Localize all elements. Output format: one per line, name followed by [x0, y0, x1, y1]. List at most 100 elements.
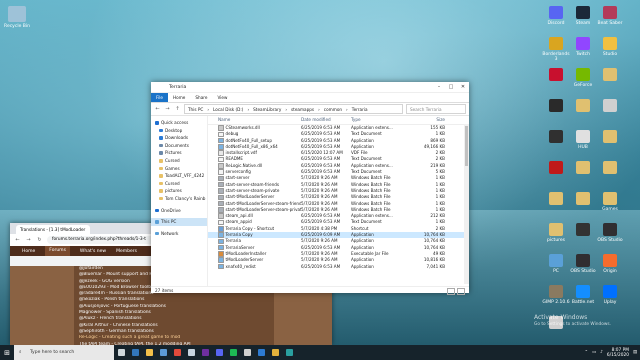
nav-item[interactable]: Desktop — [151, 127, 207, 135]
taskbar-search[interactable]: ⌕ Type here to search — [14, 345, 114, 360]
nav-item[interactable]: Network — [151, 230, 207, 238]
details-view-icon[interactable] — [447, 288, 455, 295]
tab-home[interactable]: Home — [168, 93, 190, 102]
address-bar[interactable]: This PC › Local Disk (D:) › SteamLibrary › ste… — [184, 104, 403, 114]
column-size[interactable]: Size — [411, 116, 445, 124]
maximize-icon[interactable]: □ — [445, 84, 457, 90]
desktop-icon[interactable]: Uplay — [596, 285, 624, 305]
desktop-icon[interactable]: Steam — [569, 6, 597, 26]
forward-icon[interactable]: → — [164, 106, 171, 112]
nav-item[interactable]: OneDrive — [151, 207, 207, 215]
column-name[interactable]: Name — [208, 116, 301, 124]
desktop-icon[interactable] — [542, 68, 570, 83]
desktop-icon[interactable] — [596, 68, 624, 83]
clock[interactable]: 8:07 PM 6/15/2020 — [607, 348, 629, 358]
desktop-icon[interactable]: Recycle Bin — [0, 6, 40, 29]
desktop-icon[interactable] — [569, 161, 597, 176]
desktop-icon[interactable]: Battle.net — [569, 285, 597, 305]
forum-nav-home[interactable]: Home — [22, 249, 35, 254]
tab-file[interactable]: File — [151, 93, 169, 102]
search-input[interactable]: Search Terraria — [406, 104, 466, 114]
breadcrumb-segment[interactable]: steamapps — [291, 107, 314, 112]
breadcrumb-segment[interactable]: common — [324, 107, 342, 112]
close-icon[interactable]: ✕ — [457, 84, 469, 90]
desktop-icon[interactable]: Twitch — [569, 37, 597, 57]
desktop-icon[interactable]: GeForce — [569, 68, 597, 88]
desktop-icon[interactable]: Borderlands 3 — [542, 37, 570, 62]
notifications-icon[interactable]: ▤ — [633, 350, 637, 355]
taskbar-task-view-button[interactable] — [114, 345, 128, 360]
table-row[interactable]: xnafx40_redist 6/25/2019 6:53 AM Applicati… — [208, 264, 469, 270]
desktop-icon[interactable]: PC — [542, 254, 570, 274]
taskbar-spotify-button[interactable] — [226, 345, 240, 360]
breadcrumb-segment[interactable]: Terraria — [352, 107, 368, 112]
taskbar-edge-button[interactable] — [128, 345, 142, 360]
tab-view[interactable]: View — [212, 93, 232, 102]
desktop-icon[interactable]: GIMP 2.10.6 — [542, 285, 570, 305]
taskbar-store-button[interactable] — [156, 345, 170, 360]
taskbar-chrome-button[interactable] — [170, 345, 184, 360]
forum-nav-whats-new[interactable]: What's new — [80, 249, 106, 254]
column-date[interactable]: Date modified — [301, 116, 351, 124]
forum-nav-forums[interactable]: Forums — [45, 246, 70, 256]
nav-item[interactable]: Downloads — [151, 134, 207, 142]
browser-tab[interactable]: Translations - [1.3] tModLoader — [16, 225, 90, 234]
up-icon[interactable]: ↑ — [174, 106, 181, 112]
windows-start-icon[interactable]: ⊞ — [0, 349, 14, 357]
nav-item[interactable]: pictures — [151, 187, 207, 195]
desktop-icon[interactable]: OBS Studio — [569, 254, 597, 274]
forum-nav-members[interactable]: Members — [116, 249, 137, 254]
desktop-icon[interactable] — [569, 99, 597, 114]
nav-item[interactable]: Cursed — [151, 157, 207, 165]
nav-item[interactable]: This PC — [151, 218, 207, 226]
nav-item[interactable]: Quick access — [151, 119, 207, 127]
taskbar-obs-button[interactable] — [240, 345, 254, 360]
desktop-icon[interactable] — [569, 192, 597, 207]
nav-item[interactable]: Documents — [151, 142, 207, 150]
taskbar-file-explorer-button[interactable] — [142, 345, 156, 360]
desktop-icon[interactable]: Beat Saber — [596, 6, 624, 26]
desktop-icon[interactable]: HUB — [569, 130, 597, 150]
nav-item[interactable]: ToadALT_VFF_4242 — [151, 172, 207, 180]
taskbar-app-11-button[interactable] — [254, 345, 268, 360]
scrollbar-thumb[interactable] — [465, 126, 468, 166]
taskbar-steam-button[interactable] — [184, 345, 198, 360]
breadcrumb-segment[interactable]: SteamLibrary — [253, 107, 281, 112]
desktop-icon[interactable]: Origin — [596, 254, 624, 274]
minimize-icon[interactable]: – — [433, 84, 445, 90]
taskbar-discord-button[interactable] — [212, 345, 226, 360]
desktop-icon[interactable]: pictures — [542, 223, 570, 243]
reload-icon[interactable]: ↻ — [36, 237, 43, 243]
desktop-icon[interactable] — [542, 161, 570, 176]
taskbar-app-7-button[interactable] — [198, 345, 212, 360]
breadcrumb-segment[interactable]: Local Disk (D:) — [213, 107, 243, 112]
taskbar-app-12-button[interactable] — [268, 345, 282, 360]
desktop-icon[interactable]: Studio — [596, 37, 624, 57]
tab-share[interactable]: Share — [190, 93, 212, 102]
volume-icon[interactable]: ♪ — [600, 350, 603, 355]
vertical-scrollbar[interactable] — [464, 124, 469, 284]
back-icon[interactable]: ← — [14, 237, 21, 243]
nav-item[interactable]: Pictures — [151, 149, 207, 157]
breadcrumb-segment[interactable]: This PC — [188, 107, 203, 112]
desktop-icon[interactable]: Discord — [542, 6, 570, 26]
nav-item[interactable]: Tom Clancy's Rainb — [151, 195, 207, 203]
chevron-up-icon[interactable]: ⌃ — [584, 350, 588, 355]
forward-icon[interactable]: → — [25, 237, 32, 243]
nav-item[interactable]: Cursed — [151, 180, 207, 188]
desktop-icon[interactable] — [596, 161, 624, 176]
nav-item[interactable]: Games — [151, 165, 207, 173]
desktop-icon[interactable] — [596, 99, 624, 114]
desktop-icon[interactable] — [569, 223, 597, 238]
desktop-icon[interactable]: Games — [596, 192, 624, 212]
desktop-icon[interactable] — [542, 192, 570, 207]
column-type[interactable]: Type — [351, 116, 411, 124]
desktop-icon[interactable] — [596, 130, 624, 145]
desktop-icon[interactable] — [542, 99, 570, 114]
large-icons-view-icon[interactable] — [457, 288, 465, 295]
back-icon[interactable]: ← — [154, 106, 161, 112]
network-icon[interactable]: ▭ — [592, 350, 596, 355]
taskbar-app-13-button[interactable] — [282, 345, 296, 360]
desktop-icon[interactable] — [542, 130, 570, 145]
desktop-icon[interactable]: OBS Studio — [596, 223, 624, 243]
